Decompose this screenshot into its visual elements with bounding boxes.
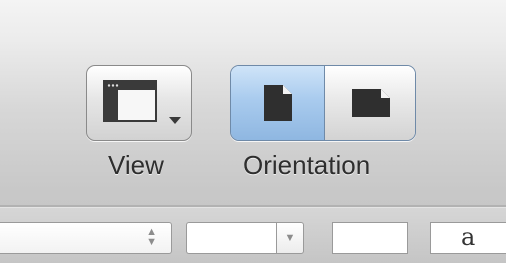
format-combo-box: ▼: [186, 222, 316, 254]
chevron-down-icon[interactable]: ▼: [276, 222, 304, 254]
format-bar: ▲ ▼ ▼ a: [0, 208, 506, 263]
size-field[interactable]: [332, 222, 408, 254]
font-preview-text: a: [461, 223, 476, 251]
chevron-down-icon: [169, 112, 181, 130]
view-label: View: [108, 150, 164, 180]
combo-field[interactable]: [186, 222, 276, 254]
orientation-segmented-control: [230, 65, 416, 141]
landscape-orientation-button[interactable]: [325, 66, 415, 140]
portrait-orientation-button[interactable]: [231, 66, 325, 140]
style-popup[interactable]: ▲ ▼: [0, 222, 172, 254]
view-button[interactable]: [86, 65, 192, 141]
up-down-arrows-icon: ▲ ▼: [146, 226, 157, 248]
font-preview-field[interactable]: a: [430, 222, 506, 254]
orientation-label: Orientation: [243, 150, 371, 180]
sidebar-layout-icon: [103, 80, 165, 124]
toolbar: View Orientation: [0, 0, 506, 205]
